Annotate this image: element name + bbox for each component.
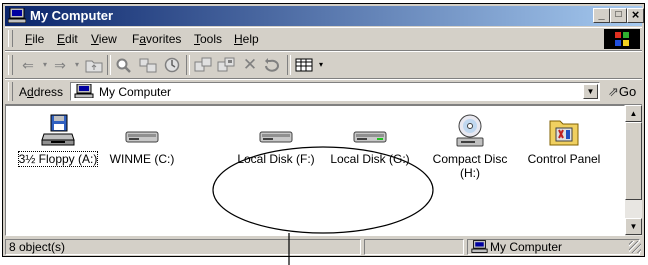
annotation-ellipse xyxy=(212,146,434,234)
annotation-overlay xyxy=(212,146,434,265)
